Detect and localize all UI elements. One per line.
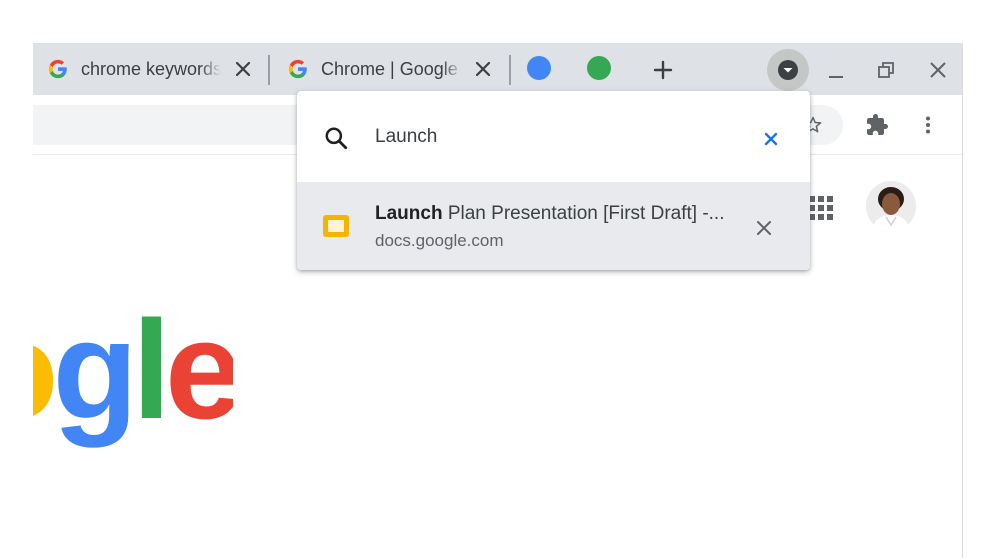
- close-icon: [475, 61, 491, 77]
- tab-group-green[interactable]: [587, 56, 611, 80]
- tab-title: chrome keywords: [81, 58, 221, 79]
- tab-strip: chrome keywords Chrome | Google: [33, 43, 962, 95]
- puzzle-icon: [867, 114, 888, 135]
- restore-icon: [878, 62, 894, 78]
- google-g-icon: [45, 56, 71, 82]
- search-result-item[interactable]: Launch Plan Presentation [First Draft] -…: [297, 182, 810, 270]
- new-tab-button[interactable]: [648, 55, 678, 85]
- tab-close-button[interactable]: [229, 55, 257, 83]
- tab-group-blue[interactable]: [527, 56, 551, 80]
- tab-search-button[interactable]: [767, 49, 809, 91]
- google-slides-icon: [322, 212, 350, 245]
- plus-icon: [653, 60, 673, 80]
- minimize-button[interactable]: [821, 55, 851, 85]
- tab-search-icon: [778, 60, 798, 80]
- close-icon: [235, 61, 251, 77]
- tab-chrome-google[interactable]: Chrome | Google: [285, 49, 507, 89]
- extensions-button[interactable]: [862, 110, 892, 140]
- clear-search-button[interactable]: [759, 127, 783, 151]
- google-g-icon: [285, 56, 311, 82]
- close-icon: [757, 221, 771, 235]
- svg-text:ogle: ogle: [33, 291, 233, 448]
- result-url: docs.google.com: [375, 231, 504, 250]
- minimize-icon: [829, 76, 843, 78]
- close-icon: [764, 132, 778, 146]
- tab-separator: [268, 55, 270, 85]
- tab-search-input[interactable]: [375, 121, 715, 153]
- apps-grid-icon: [809, 196, 833, 220]
- tab-chrome-keywords[interactable]: chrome keywords: [45, 49, 275, 89]
- search-row: [297, 91, 810, 182]
- close-window-button[interactable]: [923, 55, 953, 85]
- tab-search-popup: Launch Plan Presentation [First Draft] -…: [297, 91, 810, 270]
- result-title-match: Launch: [375, 203, 443, 224]
- restore-button[interactable]: [871, 55, 901, 85]
- avatar-icon: [866, 181, 916, 231]
- more-vert-icon: [926, 116, 930, 134]
- menu-button[interactable]: [913, 110, 943, 140]
- result-title-rest: Plan Presentation [First Draft] -...: [442, 203, 725, 224]
- result-title: Launch Plan Presentation [First Draft] -…: [375, 203, 745, 225]
- close-tab-result-button[interactable]: [752, 216, 776, 240]
- tab-title: Chrome | Google: [321, 58, 458, 79]
- close-icon: [930, 62, 946, 78]
- tab-close-button[interactable]: [469, 55, 497, 83]
- profile-avatar[interactable]: [866, 181, 916, 231]
- google-logo: ogle: [33, 291, 233, 448]
- search-icon: [323, 125, 349, 156]
- tab-separator: [509, 55, 511, 85]
